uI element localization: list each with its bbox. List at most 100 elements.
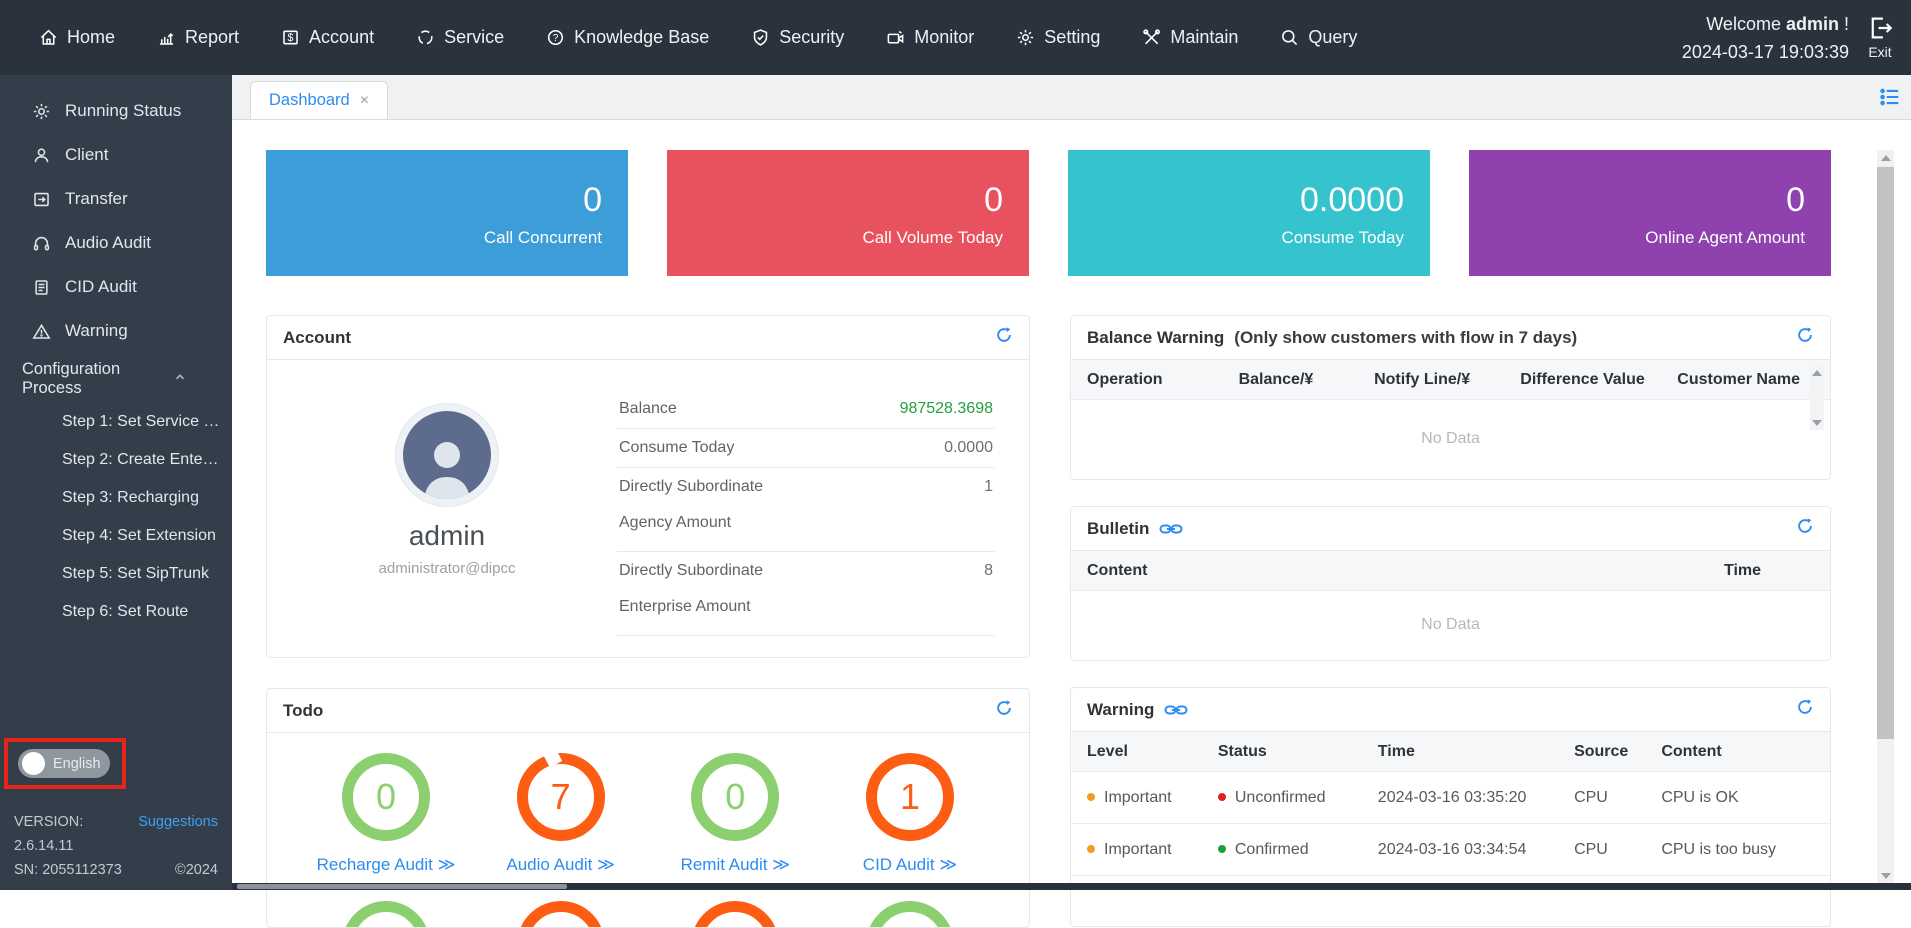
scroll-down-arrow[interactable]: [1812, 420, 1822, 426]
language-toggle-highlight-box: English: [4, 738, 126, 789]
todo-ring: 7: [517, 753, 605, 841]
warning-row-2: Important Confirmed 2024-03-16 03:34:54 …: [1071, 824, 1830, 876]
nav-item-label: Monitor: [914, 27, 974, 48]
sidebar-step-6[interactable]: Step 6: Set Route: [0, 593, 232, 631]
nav-item-security[interactable]: Security: [730, 0, 865, 75]
todo-panel: Todo 0 Recharge Audit ≫ 7 Audio Audit ≫: [266, 688, 1030, 928]
sidebar-item-cid-audit[interactable]: CID Audit: [0, 265, 232, 309]
warning-row-1: Important Unconfirmed 2024-03-16 03:35:2…: [1071, 772, 1830, 824]
nav-item-label: Home: [67, 27, 115, 48]
stat-value: 0: [1786, 178, 1805, 222]
link-icon[interactable]: [1164, 703, 1188, 717]
nav-item-service[interactable]: Service: [395, 0, 525, 75]
account-row-consume-today: Consume Today 0.0000: [617, 429, 995, 468]
nav-item-maintain[interactable]: Maintain: [1121, 0, 1259, 75]
stat-value: 0: [583, 178, 602, 222]
dollar-card-icon: $: [281, 28, 300, 47]
sidebar: Running Status Client Transfer Audio Aud…: [0, 75, 232, 890]
stat-card-online-agent-amount: 0 Online Agent Amount: [1469, 150, 1831, 276]
nav-item-monitor[interactable]: Monitor: [865, 0, 995, 75]
svg-text:?: ?: [553, 33, 559, 44]
empty-state: No Data: [1071, 400, 1830, 478]
exit-button[interactable]: Exit: [1867, 15, 1897, 60]
sidebar-step-2[interactable]: Step 2: Create Ente…: [0, 441, 232, 479]
chevron-up-icon: [172, 369, 188, 390]
sidebar-item-label: Running Status: [65, 101, 181, 121]
nav-item-query[interactable]: Query: [1259, 0, 1378, 75]
refresh-icon[interactable]: [1796, 698, 1814, 721]
nav-item-report[interactable]: Report: [136, 0, 260, 75]
link-icon[interactable]: [1159, 522, 1183, 536]
scrollbar-up-arrow[interactable]: [1881, 155, 1891, 161]
nav-item-account[interactable]: $ Account: [260, 0, 395, 75]
account-username: admin: [409, 520, 485, 552]
scroll-up-arrow[interactable]: [1812, 370, 1822, 376]
stat-label: Call Volume Today: [863, 228, 1004, 248]
tab-list-menu-icon[interactable]: [1879, 86, 1901, 113]
nav-item-label: Query: [1308, 27, 1357, 48]
suggestions-link[interactable]: Suggestions: [138, 810, 218, 834]
exit-label: Exit: [1868, 44, 1891, 60]
todo-item-cid-audit: 1 CID Audit ≫: [835, 753, 985, 875]
user-session-info: Welcome admin ! 2024-03-17 19:03:39: [1682, 10, 1849, 66]
scrollbar-thumb[interactable]: [1877, 167, 1894, 739]
nav-item-knowledge-base[interactable]: ? Knowledge Base: [525, 0, 730, 75]
nav-item-label: Knowledge Base: [574, 27, 709, 48]
sidebar-section-configuration-process[interactable]: Configuration Process: [0, 355, 232, 403]
account-email: administrator@dipcc: [379, 560, 516, 577]
sidebar-item-client[interactable]: Client: [0, 133, 232, 177]
refresh-icon[interactable]: [1796, 517, 1814, 540]
warning-triangle-icon: [32, 322, 51, 341]
empty-state: No Data: [1071, 591, 1830, 659]
horizontal-scrollbar-thumb[interactable]: [237, 884, 567, 889]
sidebar-step-5[interactable]: Step 5: Set SipTrunk: [0, 555, 232, 593]
refresh-icon[interactable]: [995, 699, 1013, 722]
sidebar-step-1[interactable]: Step 1: Set Service …: [0, 403, 232, 441]
username: admin: [1786, 14, 1839, 34]
sidebar-item-transfer[interactable]: Transfer: [0, 177, 232, 221]
todo-ring: 1: [866, 753, 954, 841]
sidebar-item-audio-audit[interactable]: Audio Audit: [0, 221, 232, 265]
refresh-icon[interactable]: [995, 326, 1013, 349]
panel-title: Bulletin: [1087, 519, 1149, 539]
version-value: 2.6.14.11: [14, 834, 218, 858]
stat-value: 0.0000: [1300, 178, 1404, 222]
level-dot: [1087, 845, 1095, 853]
gear-icon: [1016, 28, 1035, 47]
stat-label: Consume Today: [1281, 228, 1404, 248]
sidebar-item-label: Transfer: [65, 189, 128, 209]
search-icon: [1280, 28, 1299, 47]
tab-close-icon[interactable]: ×: [360, 92, 369, 110]
sidebar-item-label: Audio Audit: [65, 233, 151, 253]
tab-dashboard[interactable]: Dashboard ×: [250, 81, 388, 119]
recharge-audit-link[interactable]: Recharge Audit ≫: [317, 855, 456, 875]
gear-icon: [32, 102, 51, 121]
todo-second-row-clipped: [297, 901, 999, 928]
stat-cards-row: 0 Call Concurrent 0 Call Volume Today 0.…: [266, 150, 1831, 276]
nav-item-setting[interactable]: Setting: [995, 0, 1121, 75]
transfer-box-icon: [32, 190, 51, 209]
toggle-knob: [22, 752, 45, 775]
audio-audit-link[interactable]: Audio Audit ≫: [506, 855, 615, 875]
remit-audit-link[interactable]: Remit Audit ≫: [681, 855, 790, 875]
question-circle-icon: ?: [546, 28, 565, 47]
nav-item-label: Setting: [1044, 27, 1100, 48]
warning-panel: Warning Level Status Time Source Content…: [1070, 687, 1831, 927]
horizontal-scrollbar[interactable]: [232, 883, 1911, 890]
vertical-scrollbar[interactable]: [1877, 150, 1894, 884]
table-scrollbar[interactable]: [1810, 366, 1824, 430]
sidebar-item-warning[interactable]: Warning: [0, 309, 232, 353]
sidebar-step-4[interactable]: Step 4: Set Extension: [0, 517, 232, 555]
sidebar-step-3[interactable]: Step 3: Recharging: [0, 479, 232, 517]
account-row-balance: Balance 987528.3698: [617, 390, 995, 429]
cid-audit-link[interactable]: CID Audit ≫: [863, 855, 957, 875]
tab-label: Dashboard: [269, 91, 350, 110]
panel-subtitle: (Only show customers with flow in 7 days…: [1234, 328, 1577, 348]
language-toggle[interactable]: English: [18, 749, 110, 778]
sidebar-item-label: CID Audit: [65, 277, 137, 297]
scrollbar-down-arrow[interactable]: [1881, 873, 1891, 879]
balance-warning-table-header: Operation Balance/¥ Notify Line/¥ Differ…: [1071, 360, 1830, 400]
refresh-icon[interactable]: [1796, 326, 1814, 349]
nav-item-home[interactable]: Home: [18, 0, 136, 75]
sidebar-item-running-status[interactable]: Running Status: [0, 89, 232, 133]
